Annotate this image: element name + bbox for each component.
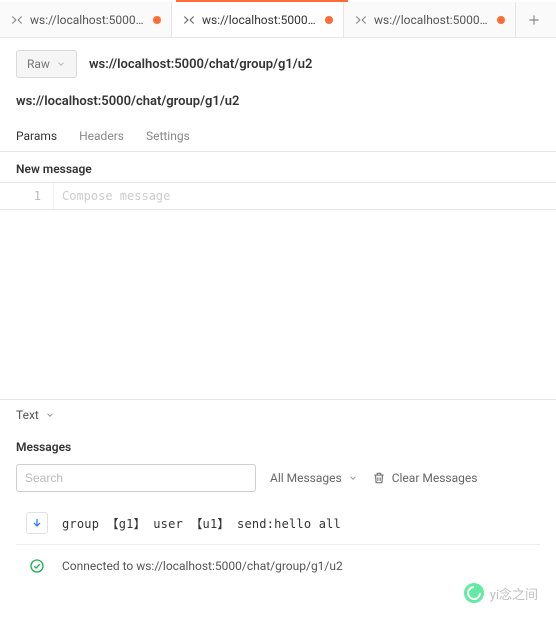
websocket-icon xyxy=(10,13,24,27)
request-subtabs: Params Headers Settings xyxy=(0,121,556,152)
websocket-icon xyxy=(354,13,368,27)
clear-messages-button[interactable]: Clear Messages xyxy=(372,471,478,485)
incoming-icon xyxy=(26,512,48,534)
tab-label: ws://localhost:5000/ch xyxy=(374,13,491,27)
message-row[interactable]: group 【g1】 user 【u1】 send:hello all xyxy=(0,502,556,544)
raw-label: Raw xyxy=(27,57,50,71)
response-type-label: Text xyxy=(16,408,39,422)
address-row: Raw ws://localhost:5000/chat/group/g1/u2 xyxy=(0,38,556,90)
unsaved-dot-icon xyxy=(497,16,505,24)
chevron-down-icon xyxy=(348,473,358,483)
tab-2[interactable]: ws://localhost:5000/ch xyxy=(344,2,516,37)
subtab-settings[interactable]: Settings xyxy=(146,121,190,151)
connected-icon xyxy=(26,555,48,577)
message-row[interactable]: Connected to ws://localhost:5000/chat/gr… xyxy=(0,545,556,587)
line-number: 1 xyxy=(0,183,54,209)
new-tab-button[interactable] xyxy=(516,13,552,27)
chevron-down-icon xyxy=(56,59,66,69)
arrow-down-icon xyxy=(31,517,43,529)
search-input[interactable] xyxy=(25,471,247,485)
trash-icon xyxy=(372,471,386,485)
check-circle-icon xyxy=(29,558,45,574)
messages-search[interactable] xyxy=(16,464,256,492)
tab-label: ws://localhost:5000/ch xyxy=(30,13,147,27)
subtab-params[interactable]: Params xyxy=(16,121,57,151)
message-text: Connected to ws://localhost:5000/chat/gr… xyxy=(62,559,343,573)
websocket-icon xyxy=(182,13,196,27)
messages-filter-dropdown[interactable]: All Messages xyxy=(270,471,358,485)
messages-title: Messages xyxy=(0,430,556,460)
response-type-dropdown[interactable]: Text xyxy=(0,400,556,430)
compose-placeholder: Compose message xyxy=(54,183,556,209)
url-breadcrumb: ws://localhost:5000/chat/group/g1/u2 xyxy=(0,90,556,121)
clear-label: Clear Messages xyxy=(392,471,478,485)
raw-dropdown[interactable]: Raw xyxy=(16,50,77,78)
messages-toolbar: All Messages Clear Messages xyxy=(0,460,556,502)
new-message-title: New message xyxy=(0,152,556,183)
tab-0[interactable]: ws://localhost:5000/ch xyxy=(0,2,172,37)
editor-blank-area[interactable] xyxy=(0,210,556,400)
message-text: group 【g1】 user 【u1】 send:hello all xyxy=(62,515,341,532)
plus-icon xyxy=(527,13,541,27)
url-display[interactable]: ws://localhost:5000/chat/group/g1/u2 xyxy=(89,57,312,72)
tab-bar: ws://localhost:5000/ch ws://localhost:50… xyxy=(0,2,556,38)
unsaved-dot-icon xyxy=(325,16,333,24)
filter-label: All Messages xyxy=(270,471,342,485)
compose-editor[interactable]: 1 Compose message xyxy=(0,183,556,210)
tab-1[interactable]: ws://localhost:5000/ch xyxy=(172,2,344,37)
chevron-down-icon xyxy=(45,410,55,420)
tab-label: ws://localhost:5000/ch xyxy=(202,13,319,27)
subtab-headers[interactable]: Headers xyxy=(79,121,124,151)
unsaved-dot-icon xyxy=(153,16,161,24)
